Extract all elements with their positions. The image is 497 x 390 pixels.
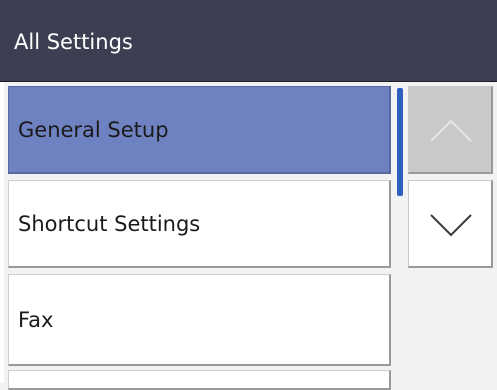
- menu-item-label: Fax: [18, 307, 54, 332]
- menu-item-fax[interactable]: Fax: [8, 274, 391, 366]
- menu-item-label: Shortcut Settings: [18, 211, 201, 236]
- scroll-up-button[interactable]: [408, 86, 493, 174]
- title-bar: All Settings: [0, 0, 497, 82]
- page-title: All Settings: [14, 30, 133, 54]
- chevron-down-icon: [430, 214, 472, 237]
- menu-item-general-setup[interactable]: General Setup: [8, 86, 391, 174]
- scroll-down-button[interactable]: [408, 180, 493, 268]
- scroll-position-indicator: [397, 88, 403, 196]
- chevron-up-icon: [430, 119, 472, 142]
- settings-list-panel: General Setup Shortcut Settings Fax: [0, 82, 497, 390]
- menu-item-shortcut-settings[interactable]: Shortcut Settings: [8, 180, 391, 268]
- menu-item-label: General Setup: [18, 117, 169, 142]
- left-edge-strip: [0, 82, 4, 383]
- menu-item-next-partial[interactable]: [8, 370, 391, 390]
